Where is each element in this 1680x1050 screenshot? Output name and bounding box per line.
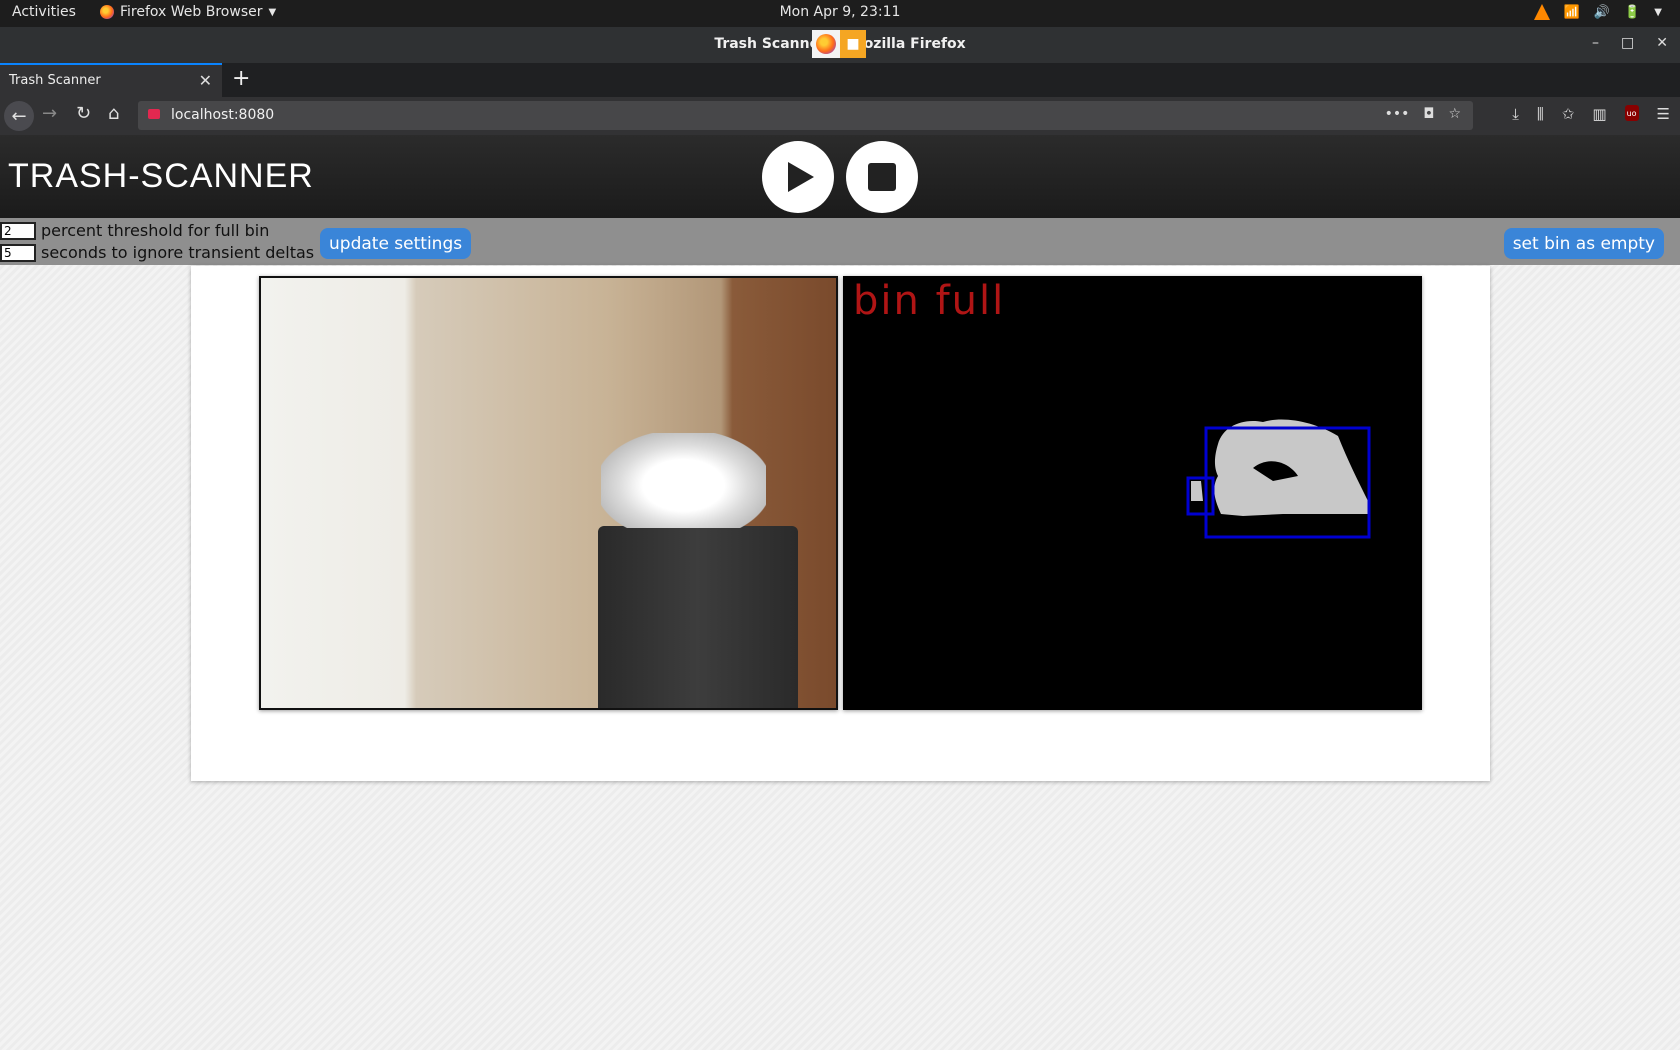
set-bin-empty-button[interactable]: set bin as empty bbox=[1503, 228, 1664, 259]
update-settings-button[interactable]: update settings bbox=[320, 228, 472, 259]
stop-button[interactable] bbox=[846, 141, 918, 213]
pocket-icon[interactable]: ◘ bbox=[1423, 106, 1434, 122]
close-tab-icon[interactable]: ✕ bbox=[199, 71, 212, 90]
settings-bar: percent threshold for full bin seconds t… bbox=[0, 218, 1680, 265]
threshold-input[interactable] bbox=[0, 221, 36, 240]
minimize-icon[interactable]: – bbox=[1592, 35, 1599, 51]
tab-trash-scanner[interactable]: Trash Scanner ✕ bbox=[0, 63, 222, 97]
firefox-icon bbox=[812, 30, 840, 58]
back-icon[interactable]: ← bbox=[4, 101, 34, 131]
bookmark-star-icon[interactable]: ☆ bbox=[1448, 106, 1461, 122]
url-bar[interactable]: localhost:8080 ••• ◘ ☆ bbox=[138, 101, 1473, 130]
vlc-icon[interactable] bbox=[1533, 4, 1550, 20]
trash-bin-image bbox=[598, 526, 798, 708]
detection-overlay bbox=[1186, 419, 1371, 539]
transient-setting: seconds to ignore transient deltas bbox=[0, 243, 314, 262]
system-top-bar: Activities Firefox Web Browser ▼ Mon Apr… bbox=[0, 0, 1680, 27]
play-button[interactable] bbox=[762, 141, 834, 213]
crumpled-paper-image bbox=[601, 433, 766, 528]
home-icon[interactable]: ⌂ bbox=[108, 103, 119, 124]
chevron-down-icon: ▼ bbox=[268, 6, 277, 18]
camera-feed bbox=[259, 276, 838, 710]
battery-icon[interactable]: 🔋 bbox=[1624, 5, 1640, 20]
downloads-icon[interactable]: ⤓ bbox=[1512, 105, 1519, 123]
tab-strip: Trash Scanner ✕ + bbox=[0, 63, 1680, 97]
stop-icon bbox=[868, 163, 896, 191]
firefox-icon bbox=[100, 5, 114, 19]
page-actions-icon[interactable]: ••• bbox=[1385, 106, 1410, 122]
new-tab-icon[interactable]: + bbox=[232, 66, 250, 91]
processed-feed: bin full bbox=[843, 276, 1422, 710]
ublock-icon[interactable]: uo bbox=[1624, 105, 1639, 121]
app-menu[interactable]: Firefox Web Browser ▼ bbox=[100, 4, 276, 20]
close-icon[interactable]: ✕ bbox=[1656, 35, 1668, 51]
activities-button[interactable]: Activities bbox=[12, 4, 76, 20]
window-title-bar: Trash Scanner — Mozilla Firefox ■ – □ ✕ bbox=[0, 27, 1680, 63]
play-icon bbox=[788, 162, 814, 192]
camera-permission-icon[interactable] bbox=[148, 109, 160, 119]
detected-blob-small bbox=[1191, 481, 1203, 501]
chevron-down-icon[interactable]: ▼ bbox=[1654, 7, 1662, 18]
camera-sharing-icon: ■ bbox=[840, 30, 866, 58]
app-header: TRASH-SCANNER bbox=[0, 135, 1680, 218]
navigation-bar: ← → ↻ ⌂ localhost:8080 ••• ◘ ☆ ⤓ ⫼ ✩ ▥ u… bbox=[0, 97, 1680, 135]
maximize-icon[interactable]: □ bbox=[1621, 35, 1634, 51]
sidebar-icon[interactable]: ▥ bbox=[1592, 105, 1606, 123]
system-tray[interactable]: 📶 🔊 🔋 ▼ bbox=[1533, 4, 1662, 20]
app-title: TRASH-SCANNER bbox=[8, 157, 314, 195]
wifi-icon[interactable]: 📶 bbox=[1564, 5, 1580, 20]
volume-icon[interactable]: 🔊 bbox=[1594, 5, 1610, 20]
url-text[interactable]: localhost:8080 bbox=[171, 107, 274, 123]
transient-input[interactable] bbox=[0, 243, 36, 262]
reload-icon[interactable]: ↻ bbox=[76, 103, 91, 124]
transient-label: seconds to ignore transient deltas bbox=[41, 243, 315, 262]
tab-label: Trash Scanner bbox=[9, 73, 101, 88]
app-menu-label: Firefox Web Browser bbox=[120, 4, 263, 20]
clock[interactable]: Mon Apr 9, 23:11 bbox=[780, 4, 901, 20]
detected-blob bbox=[1214, 419, 1368, 516]
page-content: TRASH-SCANNER percent threshold for full… bbox=[0, 135, 1680, 1050]
library-icon[interactable]: ⫼ bbox=[1537, 105, 1544, 123]
bookmarks-icon[interactable]: ✩ bbox=[1562, 105, 1575, 123]
overlay-icons: ■ bbox=[812, 30, 866, 58]
forward-icon[interactable]: → bbox=[42, 103, 57, 124]
menu-icon[interactable]: ☰ bbox=[1657, 105, 1670, 123]
threshold-label: percent threshold for full bin bbox=[41, 221, 270, 240]
threshold-setting: percent threshold for full bin bbox=[0, 221, 269, 240]
